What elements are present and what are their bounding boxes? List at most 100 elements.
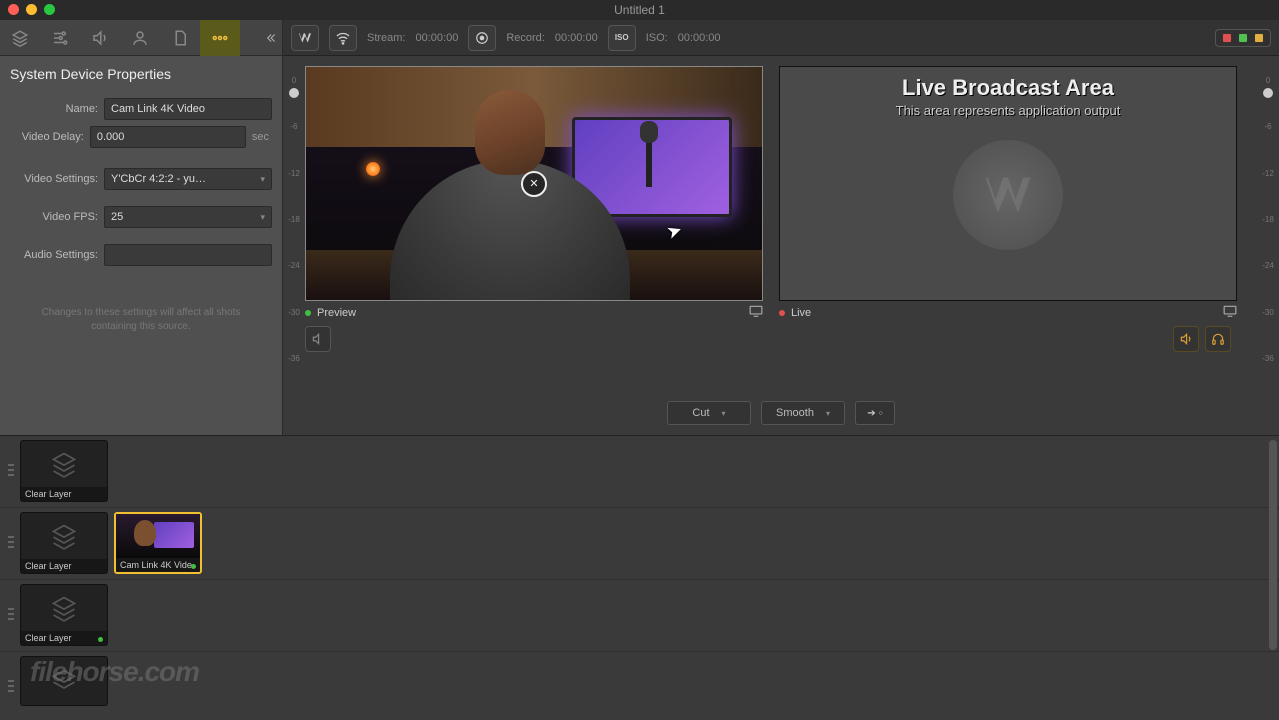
delay-input[interactable] [90,126,246,148]
preview-canvas[interactable]: ✕ ➤ [305,66,763,301]
app-logo-icon[interactable] [291,25,319,51]
fps-select[interactable]: 25 ▾ [104,206,272,228]
delay-unit: sec [252,131,272,143]
record-button-icon[interactable] [468,25,496,51]
audio-meter-left[interactable]: 0-6-12-18-24-30-36 [283,56,305,393]
stream-time: 00:00:00 [416,32,459,44]
maximize-icon[interactable] [44,4,55,15]
iso-label: ISO: [646,32,668,44]
row-drag-handle[interactable] [8,656,14,716]
record-label: Record: [506,32,545,44]
sliders-tab-icon[interactable] [40,20,80,56]
go-button[interactable]: ➔○ [855,401,895,425]
live-indicator-icon [191,564,196,569]
transition-cut-label: Cut [692,407,709,419]
document-tab-icon[interactable] [160,20,200,56]
shot-caption: Clear Layer [21,559,107,573]
transition-cut-select[interactable]: Cut ▾ [667,401,751,425]
window-title: Untitled 1 [614,3,665,17]
preview-label: Preview [305,305,763,320]
meter-ticks-right: 0-6-12-18-24-30-36 [1257,76,1279,363]
preview-label-text: Preview [317,307,356,319]
headphones-button[interactable] [1205,326,1231,352]
live-dot-icon [779,310,785,316]
shot-caption: Cam Link 4K Vide [116,558,200,572]
live-broadcast-subtitle: This area represents application output [780,103,1236,118]
name-input[interactable] [104,98,272,120]
layer-row[interactable]: Clear Layer [0,436,1279,508]
delay-label: Video Delay: [10,131,84,143]
panel-hint: Changes to these settings will affect al… [0,306,282,334]
audio-tab-icon[interactable] [80,20,120,56]
transition-bar: Cut ▾ Smooth ▾ ➔○ [283,393,1279,435]
chevron-down-icon: ▾ [722,409,726,418]
profile-tab-icon[interactable] [120,20,160,56]
name-label: Name: [10,103,98,115]
chevron-down-icon: ▾ [260,174,265,185]
video-settings-label: Video Settings: [10,173,98,185]
window-titlebar: Untitled 1 [0,0,1279,20]
vertical-scrollbar[interactable] [1269,440,1277,650]
shot-clear-layer[interactable]: Clear Layer [20,440,108,502]
panel-tabs [0,20,282,56]
display-icon[interactable] [1223,305,1237,320]
iso-time: 00:00:00 [678,32,721,44]
status-indicator[interactable] [1215,29,1271,47]
transition-smooth-select[interactable]: Smooth ▾ [761,401,845,425]
fps-value: 25 [111,211,123,223]
shot-layers: Clear Layer Clear Layer Cam Link 4K Vide… [0,435,1279,720]
chevron-down-icon: ▾ [260,212,265,223]
shot-thumbnail [116,514,200,558]
layers-icon [21,585,107,631]
source-tab-icon[interactable] [200,20,240,56]
meter-ticks-left: 0-6-12-18-24-30-36 [283,76,305,363]
top-toolbar: Stream: 00:00:00 Record: 00:00:00 ISO IS… [283,20,1279,56]
window-controls [8,4,55,15]
app-logo-placeholder [953,140,1063,250]
monitor-audio-button[interactable] [1173,326,1199,352]
layer-row[interactable]: Clear Layer [0,580,1279,652]
iso-button[interactable]: ISO [608,25,636,51]
live-indicator-icon [98,637,103,642]
panel-title: System Device Properties [0,56,282,88]
mute-preview-button[interactable] [305,326,331,352]
audio-meter-right[interactable]: 0-6-12-18-24-30-36 [1257,56,1279,393]
transform-handle-center[interactable]: ✕ [521,171,547,197]
shot-clear-layer[interactable]: Clear Layer [20,584,108,646]
collapse-panel-icon[interactable] [258,31,282,45]
record-time: 00:00:00 [555,32,598,44]
status-dot-yellow [1254,33,1264,43]
close-icon[interactable] [8,4,19,15]
watermark-text: filehorse.com [30,656,199,688]
live-canvas[interactable]: Live Broadcast Area This area represents… [779,66,1237,301]
row-drag-handle[interactable] [8,512,14,572]
wifi-icon[interactable] [329,25,357,51]
properties-panel: System Device Properties Name: Video Del… [0,20,283,435]
video-settings-select[interactable]: Y'CbCr 4:2:2 - yu… ▾ [104,168,272,190]
audio-settings-select[interactable] [104,244,272,266]
live-label: Live [779,305,1237,320]
audio-settings-label: Audio Settings: [10,249,98,261]
arrow-right-icon: ➔ [867,408,875,419]
layer-row[interactable]: Clear Layer Cam Link 4K Vide [0,508,1279,580]
shot-camera-selected[interactable]: Cam Link 4K Vide [114,512,202,574]
stream-label: Stream: [367,32,406,44]
layers-icon [21,441,107,487]
layers-icon [21,513,107,559]
live-broadcast-title: Live Broadcast Area [780,75,1236,101]
shot-caption: Clear Layer [21,487,107,501]
status-dot-red [1222,33,1232,43]
shot-caption: Clear Layer [21,631,107,645]
row-drag-handle[interactable] [8,440,14,500]
status-dot-green [1238,33,1248,43]
minimize-icon[interactable] [26,4,37,15]
shot-clear-layer[interactable]: Clear Layer [20,512,108,574]
preview-dot-icon [305,310,311,316]
live-label-text: Live [791,307,811,319]
video-settings-value: Y'CbCr 4:2:2 - yu… [111,173,206,185]
chevron-down-icon: ▾ [826,409,830,418]
transition-smooth-label: Smooth [776,407,814,419]
layers-tab-icon[interactable] [0,20,40,56]
row-drag-handle[interactable] [8,584,14,644]
display-icon[interactable] [749,305,763,320]
